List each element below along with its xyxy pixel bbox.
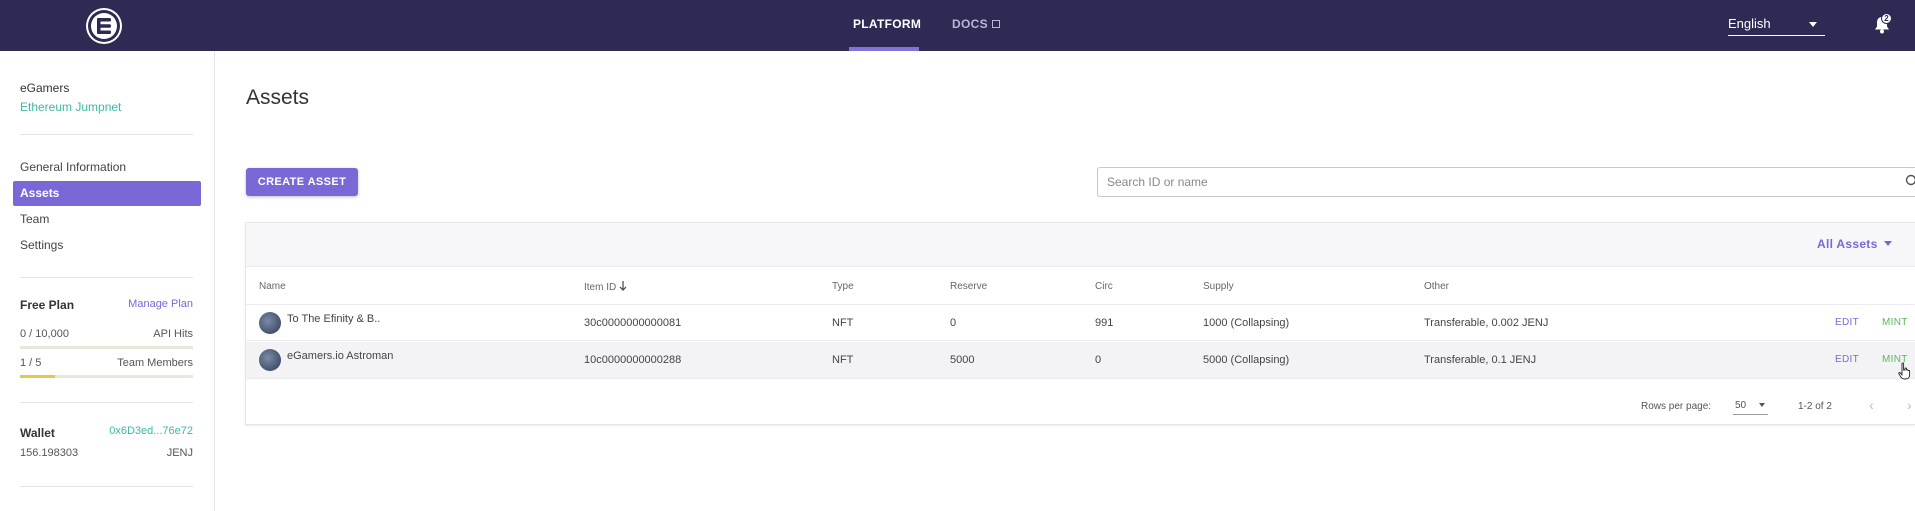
plan-title: Free Plan	[20, 298, 75, 312]
sidebar-item-assets[interactable]: Assets	[13, 181, 201, 206]
asset-filter-label: All Assets	[1817, 237, 1878, 251]
enjin-logo-icon[interactable]	[86, 8, 122, 44]
asset-type: NFT	[832, 354, 854, 366]
asset-reserve: 5000	[950, 354, 975, 366]
asset-other: Transferable, 0.002 JENJ	[1424, 317, 1549, 329]
edit-button[interactable]: EDIT	[1835, 317, 1859, 328]
column-header-circ[interactable]: Circ	[1095, 281, 1113, 292]
asset-type: NFT	[832, 317, 854, 329]
column-header-type[interactable]: Type	[832, 281, 854, 292]
tab-docs[interactable]: DOCS	[952, 17, 1000, 31]
asset-supply: 5000 (Collapsing)	[1203, 354, 1290, 366]
asset-avatar	[259, 349, 281, 371]
tab-docs-label: DOCS	[952, 17, 988, 31]
search-icon[interactable]	[1903, 174, 1915, 188]
active-tab-indicator	[849, 47, 919, 51]
rows-per-page-value: 50	[1735, 400, 1747, 411]
divider	[20, 402, 193, 403]
team-members-label: Team Members	[117, 357, 193, 369]
page-title: Assets	[246, 86, 310, 109]
team-members-progress	[20, 375, 193, 378]
sidebar: eGamers Ethereum Jumpnet General Informa…	[0, 51, 215, 511]
api-hits-progress	[20, 346, 193, 349]
asset-circ: 0	[1095, 354, 1102, 366]
network-name[interactable]: Ethereum Jumpnet	[20, 100, 121, 114]
asset-item-id: 10c0000000000288	[584, 354, 682, 366]
table-row[interactable]: To The Efinity & B.. 30c0000000000081 NF…	[246, 304, 1915, 341]
mint-button[interactable]: MINT	[1882, 317, 1908, 328]
rows-per-page-select[interactable]: 50	[1733, 395, 1768, 415]
sidebar-item-general-information[interactable]: General Information	[13, 155, 201, 180]
api-hits-value: 0 / 10,000	[20, 328, 69, 340]
wallet-title: Wallet	[20, 426, 55, 440]
sidebar-item-team[interactable]: Team	[13, 207, 201, 232]
asset-reserve: 0	[950, 317, 957, 329]
wallet-currency: JENJ	[166, 447, 193, 459]
rows-per-page-label: Rows per page:	[1641, 401, 1712, 412]
top-nav-bar: PLATFORM DOCS English 2	[0, 0, 1915, 51]
table-toolbar: All Assets	[246, 223, 1915, 267]
team-members-value: 1 / 5	[20, 357, 42, 369]
language-select[interactable]: English	[1728, 14, 1825, 36]
edit-button[interactable]: EDIT	[1835, 354, 1859, 365]
asset-item-id: 30c0000000000081	[584, 317, 682, 329]
wallet-balance: 156.198303	[20, 447, 79, 459]
search-input[interactable]	[1107, 175, 1807, 189]
divider	[20, 134, 193, 135]
divider	[20, 486, 193, 487]
search-field[interactable]	[1097, 167, 1915, 197]
pagination-range: 1-2 of 2	[1798, 401, 1832, 412]
assets-table: All Assets Name Item ID Type Reserve Cir…	[245, 222, 1915, 425]
sort-descending-icon	[619, 281, 627, 291]
column-header-item-id-label: Item ID	[584, 282, 617, 293]
chevron-down-icon	[1759, 403, 1765, 407]
hand-cursor-icon	[1898, 362, 1911, 380]
chevron-down-icon	[1809, 22, 1817, 27]
column-header-item-id[interactable]: Item ID	[584, 281, 627, 293]
external-link-icon	[991, 20, 1000, 28]
notification-badge: 2	[1881, 13, 1892, 24]
manage-plan-link[interactable]: Manage Plan	[128, 298, 193, 310]
asset-supply: 1000 (Collapsing)	[1203, 317, 1290, 329]
tab-platform[interactable]: PLATFORM	[853, 17, 921, 31]
asset-circ: 991	[1095, 317, 1114, 329]
sidebar-item-settings[interactable]: Settings	[13, 233, 201, 258]
column-header-name[interactable]: Name	[259, 281, 286, 292]
chevron-down-icon	[1883, 241, 1892, 246]
asset-other: Transferable, 0.1 JENJ	[1424, 354, 1537, 366]
wallet-address[interactable]: 0x6D3ed...76e72	[109, 425, 193, 437]
asset-filter-dropdown[interactable]: All Assets	[1817, 237, 1892, 251]
table-row[interactable]: eGamers.io Astroman 10c0000000000288 NFT…	[246, 342, 1915, 379]
chevron-right-icon[interactable]: ›	[1907, 397, 1912, 413]
team-members-progress-fill	[20, 375, 55, 378]
column-header-reserve[interactable]: Reserve	[950, 281, 987, 292]
asset-avatar	[259, 312, 281, 334]
divider	[20, 277, 193, 278]
create-asset-button[interactable]: CREATE ASSET	[246, 168, 358, 196]
column-header-other[interactable]: Other	[1424, 281, 1449, 292]
asset-name: eGamers.io Astroman	[287, 350, 394, 362]
asset-name: To The Efinity & B..	[287, 313, 381, 325]
org-name: eGamers	[20, 81, 70, 95]
api-hits-label: API Hits	[153, 328, 193, 340]
column-header-supply[interactable]: Supply	[1203, 281, 1234, 292]
language-value: English	[1728, 16, 1771, 31]
chevron-left-icon[interactable]: ‹	[1869, 397, 1874, 413]
